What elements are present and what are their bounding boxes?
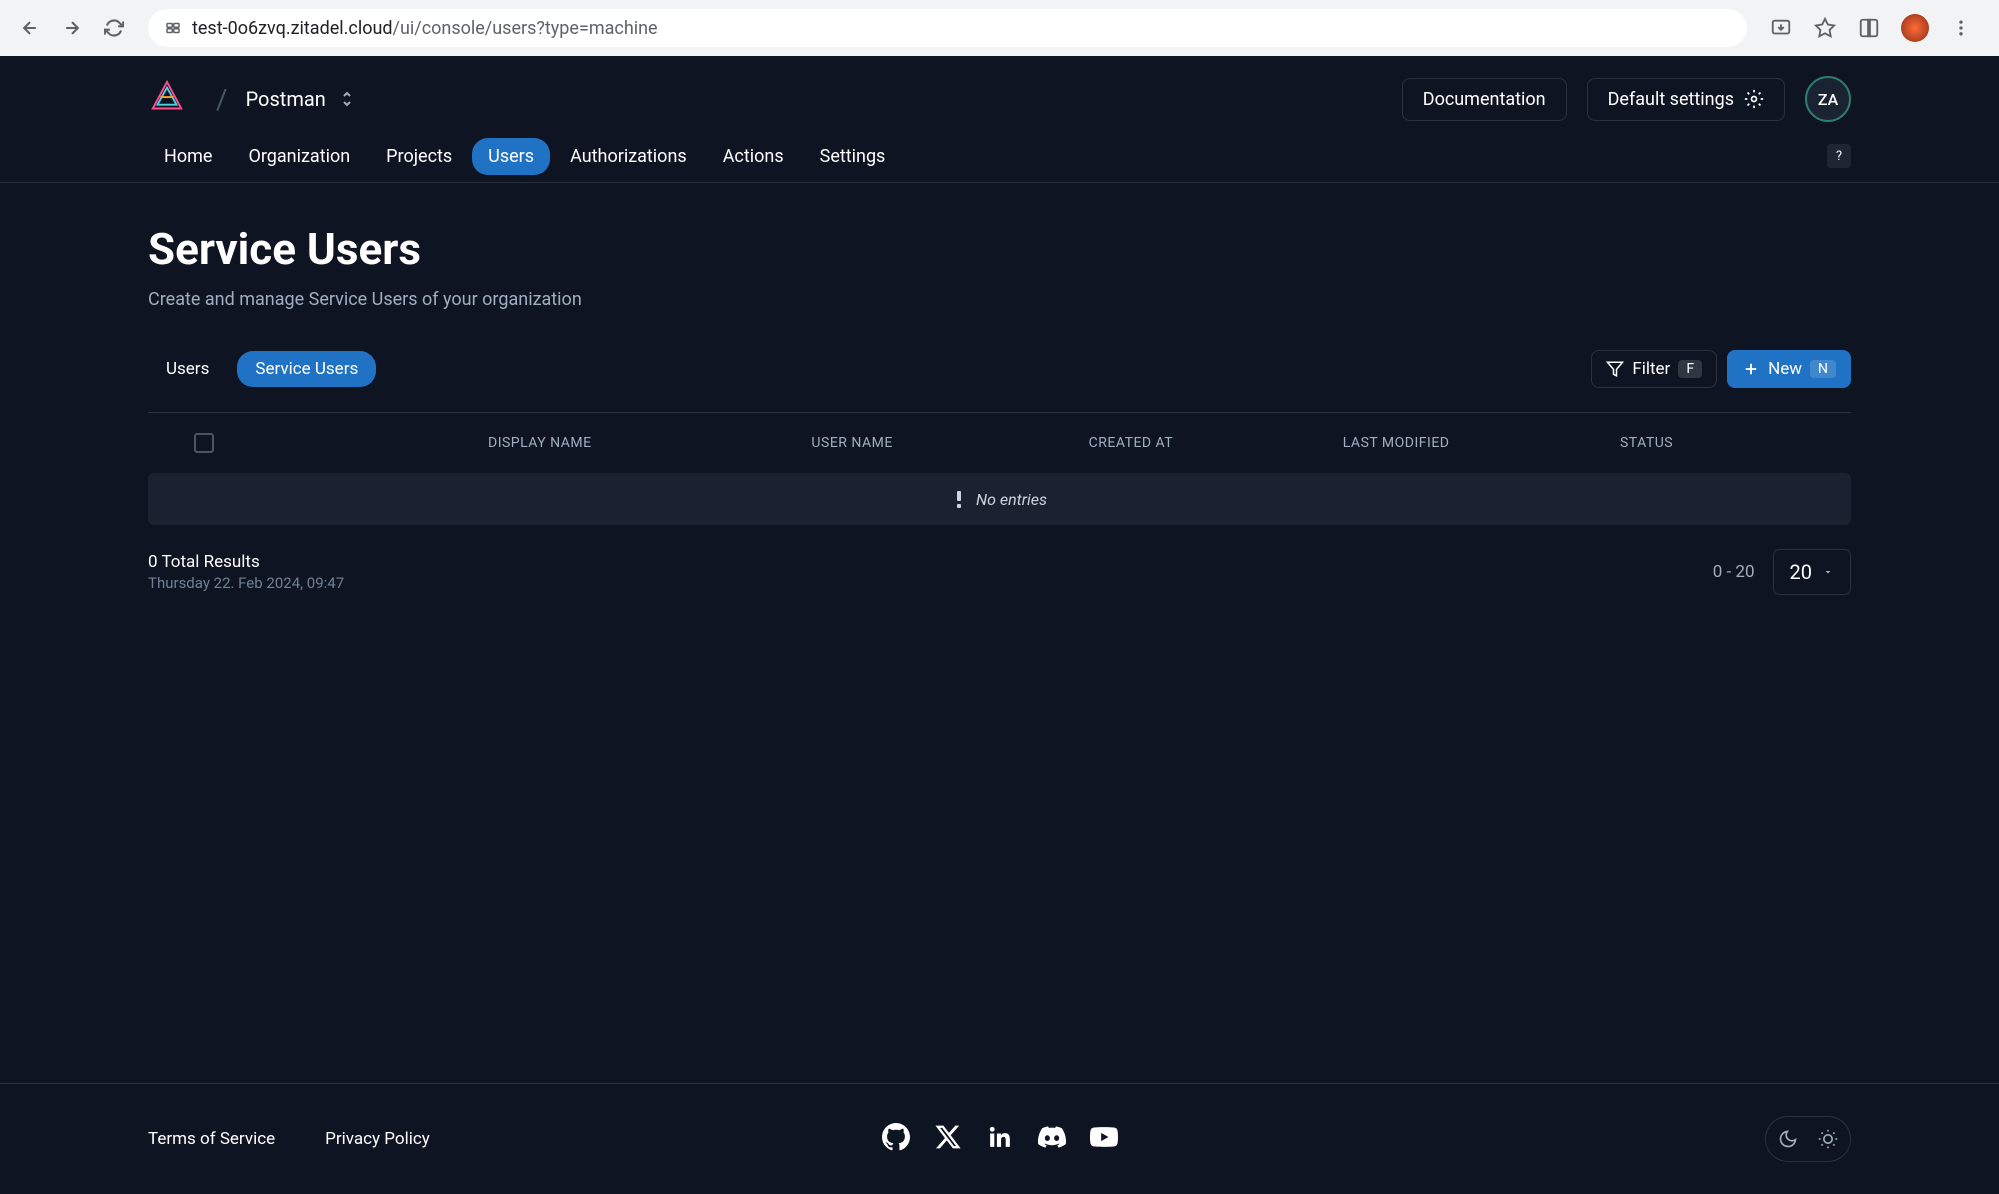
nav-home[interactable]: Home [148,138,228,175]
alert-icon [952,489,966,509]
page-title: Service Users [148,223,1851,275]
github-icon[interactable] [882,1123,910,1155]
moon-icon [1778,1129,1798,1149]
nav-projects[interactable]: Projects [370,138,468,175]
reload-button[interactable] [102,16,126,40]
table-header: DISPLAY NAME USER NAME CREATED AT LAST M… [148,413,1851,473]
x-icon[interactable] [934,1123,962,1155]
linkedin-icon[interactable] [986,1123,1014,1155]
subtab-service-users[interactable]: Service Users [237,351,376,387]
nav-authorizations[interactable]: Authorizations [554,138,703,175]
url-text: test-0o6zvq.zitadel.cloud/ui/console/use… [192,18,658,39]
col-last-modified: LAST MODIFIED [1343,435,1620,451]
total-results: 0 Total Results [148,552,344,572]
unfold-icon [340,89,354,109]
results-range: 0 - 20 [1713,562,1755,582]
url-bar[interactable]: test-0o6zvq.zitadel.cloud/ui/console/use… [148,9,1747,47]
help-button[interactable]: ? [1827,144,1851,168]
terms-link[interactable]: Terms of Service [148,1129,275,1149]
chevron-down-icon [1822,566,1834,578]
youtube-icon[interactable] [1090,1123,1118,1155]
col-created-at: CREATED AT [1089,435,1343,451]
browser-chrome: test-0o6zvq.zitadel.cloud/ui/console/use… [0,0,1999,56]
forward-button[interactable] [60,16,84,40]
privacy-link[interactable]: Privacy Policy [325,1129,430,1149]
page-subtitle: Create and manage Service Users of your … [148,289,1851,310]
plus-icon [1742,360,1760,378]
chrome-menu-icon[interactable] [1949,16,1973,40]
install-icon[interactable] [1769,16,1793,40]
chrome-profile-avatar[interactable] [1901,14,1929,42]
light-mode-button[interactable] [1810,1121,1846,1157]
col-user-name: USER NAME [811,435,1088,451]
main-nav: Home Organization Projects Users Authori… [0,130,1999,182]
sun-icon [1818,1129,1838,1149]
nav-organization[interactable]: Organization [232,138,366,175]
filter-button[interactable]: Filter F [1591,350,1717,388]
default-settings-button[interactable]: Default settings [1587,78,1785,121]
user-avatar[interactable]: ZA [1805,76,1851,122]
results-timestamp: Thursday 22. Feb 2024, 09:47 [148,574,344,592]
discord-icon[interactable] [1038,1123,1066,1155]
dark-mode-button[interactable] [1770,1121,1806,1157]
org-name: Postman [246,87,326,111]
site-info-icon [164,19,182,37]
nav-actions[interactable]: Actions [707,138,800,175]
documentation-button[interactable]: Documentation [1402,78,1567,121]
theme-toggle [1765,1116,1851,1162]
org-selector[interactable]: Postman [246,87,354,111]
page-size-selector[interactable]: 20 [1773,549,1851,595]
extensions-icon[interactable] [1857,16,1881,40]
subtab-users[interactable]: Users [148,351,227,387]
bookmark-icon[interactable] [1813,16,1837,40]
zitadel-logo[interactable] [148,80,186,118]
nav-users[interactable]: Users [472,138,550,175]
filter-icon [1606,360,1624,378]
col-display-name: DISPLAY NAME [268,435,811,451]
empty-state: No entries [148,473,1851,525]
select-all-checkbox[interactable] [194,433,214,453]
new-button[interactable]: New N [1727,350,1851,388]
breadcrumb-separator: / [216,83,228,116]
nav-settings[interactable]: Settings [804,138,902,175]
back-button[interactable] [18,16,42,40]
col-status: STATUS [1620,435,1851,451]
gear-icon [1744,89,1764,109]
